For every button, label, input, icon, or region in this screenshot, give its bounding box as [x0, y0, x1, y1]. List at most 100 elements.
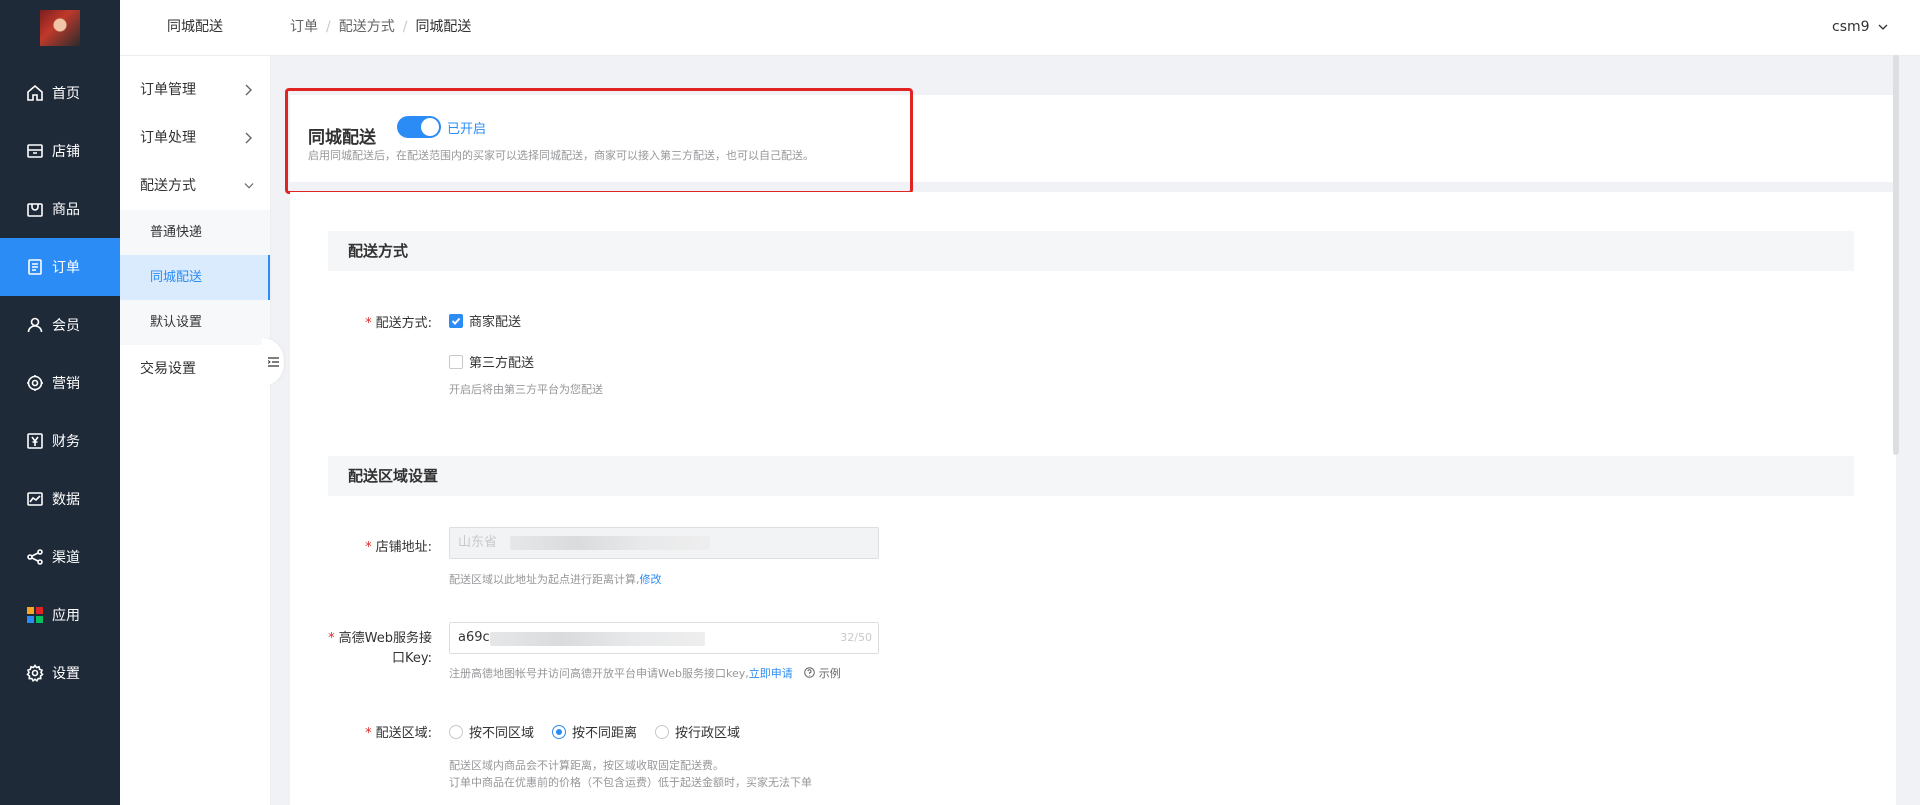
redacted-key: [490, 632, 705, 646]
breadcrumb-item[interactable]: 订单: [290, 19, 318, 35]
nav-item-label: 首页: [52, 86, 80, 102]
subnav-item-local-delivery[interactable]: 同城配送: [120, 255, 270, 300]
subnav-group-trade-settings[interactable]: 交易设置: [120, 345, 270, 393]
toggle-title: 同城配送: [308, 128, 376, 148]
subnav-group-label: 配送方式: [140, 178, 196, 194]
amap-key-value: a69c: [458, 630, 490, 645]
nav-item-finance[interactable]: 财务: [0, 412, 120, 470]
nav-item-label: 营销: [52, 376, 80, 392]
subnav-group-order-process[interactable]: 订单处理: [120, 114, 270, 162]
breadcrumb-item[interactable]: 配送方式: [339, 19, 395, 35]
nav-item-settings[interactable]: 设置: [0, 644, 120, 702]
nav-item-data[interactable]: 数据: [0, 470, 120, 528]
radio-label: 按不同距离: [572, 726, 638, 741]
region-hint: 配送区域内商品会不计算距离，按区域收取固定配送费。 订单中商品在优惠前的价格（不包…: [449, 759, 812, 789]
marketing-icon: [26, 374, 44, 392]
nav-item-label: 应用: [52, 608, 80, 624]
nav-item-shop[interactable]: 店铺: [0, 122, 120, 180]
order-icon: [26, 258, 44, 276]
chevron-down-icon: [244, 162, 254, 210]
scrollbar[interactable]: [1893, 55, 1899, 455]
nav-item-label: 商品: [52, 202, 80, 218]
subnav-group-order-manage[interactable]: 订单管理: [120, 66, 270, 114]
finance-icon: [26, 432, 44, 450]
amap-key-hint: 注册高德地图帐号并访问高德开放平台申请Web服务接口key,立即申请 示例: [449, 667, 841, 680]
user-menu[interactable]: csm9: [1832, 0, 1888, 55]
nav-item-order[interactable]: 订单: [0, 238, 120, 296]
merchant-delivery-checkbox[interactable]: 商家配送: [449, 311, 521, 330]
breadcrumb: 订单 / 配送方式 / 同城配送: [290, 19, 472, 35]
nav-item-channel[interactable]: 渠道: [0, 528, 120, 586]
chevron-right-icon: [244, 66, 254, 114]
shop-icon: [26, 142, 44, 160]
settings-form: [290, 192, 1896, 805]
goods-icon: [26, 200, 44, 218]
char-counter: 32/50: [840, 631, 872, 644]
checkbox-unchecked-icon: [449, 354, 463, 369]
checkbox-label: 商家配送: [469, 315, 522, 330]
switch-state-label: 已开启: [447, 122, 487, 137]
store-address-label: * 店铺地址:: [365, 540, 432, 555]
subnav-group-label: 交易设置: [140, 361, 196, 377]
top-header: 订单 / 配送方式 / 同城配送 csm9: [270, 0, 1920, 56]
subnav-group-delivery[interactable]: 配送方式: [120, 162, 270, 210]
checkbox-checked-icon: [449, 313, 463, 328]
subnav-group-label: 订单管理: [140, 82, 196, 98]
nav-item-label: 会员: [52, 318, 80, 334]
help-circle-icon: [804, 667, 816, 678]
apps-icon: [26, 606, 44, 624]
data-icon: [26, 490, 44, 508]
delivery-region-radio-group: 按不同区域 按不同距离 按行政区域: [449, 722, 758, 741]
home-icon: [26, 84, 44, 102]
subnav-item-default-settings[interactable]: 默认设置: [120, 300, 270, 345]
nav-item-marketing[interactable]: 营销: [0, 354, 120, 412]
member-icon: [26, 316, 44, 334]
nav-item-label: 数据: [52, 492, 80, 508]
shop-logo[interactable]: [40, 10, 80, 46]
apply-now-link[interactable]: 立即申请: [749, 667, 793, 680]
settings-icon: [26, 664, 44, 682]
amap-key-input[interactable]: a69c 32/50: [449, 622, 879, 654]
delivery-method-label: * 配送方式:: [365, 316, 432, 331]
section-heading-delivery: 配送方式: [328, 231, 1854, 271]
username: csm9: [1832, 19, 1870, 35]
primary-nav: 首页 店铺 商品 订单 会员 营销 财务 数据 渠道 应用 设置: [0, 0, 120, 805]
nav-item-label: 订单: [52, 260, 80, 276]
store-address-input: 山东省: [449, 527, 879, 559]
local-delivery-toggle-card: 同城配送: [290, 95, 1896, 182]
nav-item-label: 设置: [52, 666, 80, 682]
address-hint: 配送区域以此地址为起点进行距离计算,修改: [449, 573, 662, 586]
modify-address-link[interactable]: 修改: [640, 573, 662, 586]
radio-by-admin-region[interactable]: 按行政区域: [655, 722, 740, 741]
radio-label: 按行政区域: [675, 726, 741, 741]
menu-collapse-icon: [267, 357, 279, 367]
breadcrumb-current: 同城配送: [415, 19, 472, 35]
amap-key-label: * 高德Web服务接 口Key:: [328, 631, 432, 666]
radio-selected-icon: [552, 724, 567, 739]
nav-item-label: 渠道: [52, 550, 80, 566]
primary-nav-list: 首页 店铺 商品 订单 会员 营销 财务 数据 渠道 应用 设置: [0, 64, 120, 702]
chevron-right-icon: [244, 114, 254, 162]
nav-item-apps[interactable]: 应用: [0, 586, 120, 644]
radio-by-area[interactable]: 按不同区域: [449, 722, 534, 741]
nav-item-goods[interactable]: 商品: [0, 180, 120, 238]
nav-item-home[interactable]: 首页: [0, 64, 120, 122]
redacted-address: [510, 536, 710, 550]
nav-item-label: 店铺: [52, 144, 80, 160]
radio-icon: [655, 724, 670, 739]
secondary-nav-title: 同城配送: [120, 0, 270, 56]
channel-icon: [26, 548, 44, 566]
checkbox-label: 第三方配送: [469, 356, 535, 371]
toggle-description: 启用同城配送后，在配送范围内的买家可以选择同城配送，商家可以接入第三方配送，也可…: [308, 149, 814, 162]
nav-item-member[interactable]: 会员: [0, 296, 120, 354]
local-delivery-switch[interactable]: [397, 116, 441, 138]
chevron-down-icon: [1878, 24, 1888, 30]
subnav-item-express[interactable]: 普通快递: [120, 210, 270, 255]
radio-by-distance[interactable]: 按不同距离: [552, 722, 637, 741]
example-link[interactable]: 示例: [804, 667, 841, 680]
collapse-sidebar-button[interactable]: [262, 338, 284, 386]
store-address-value: 山东省: [458, 535, 498, 550]
third-party-delivery-checkbox[interactable]: 第三方配送: [449, 352, 534, 371]
nav-item-label: 财务: [52, 434, 80, 450]
delivery-region-label: * 配送区域:: [365, 726, 432, 741]
